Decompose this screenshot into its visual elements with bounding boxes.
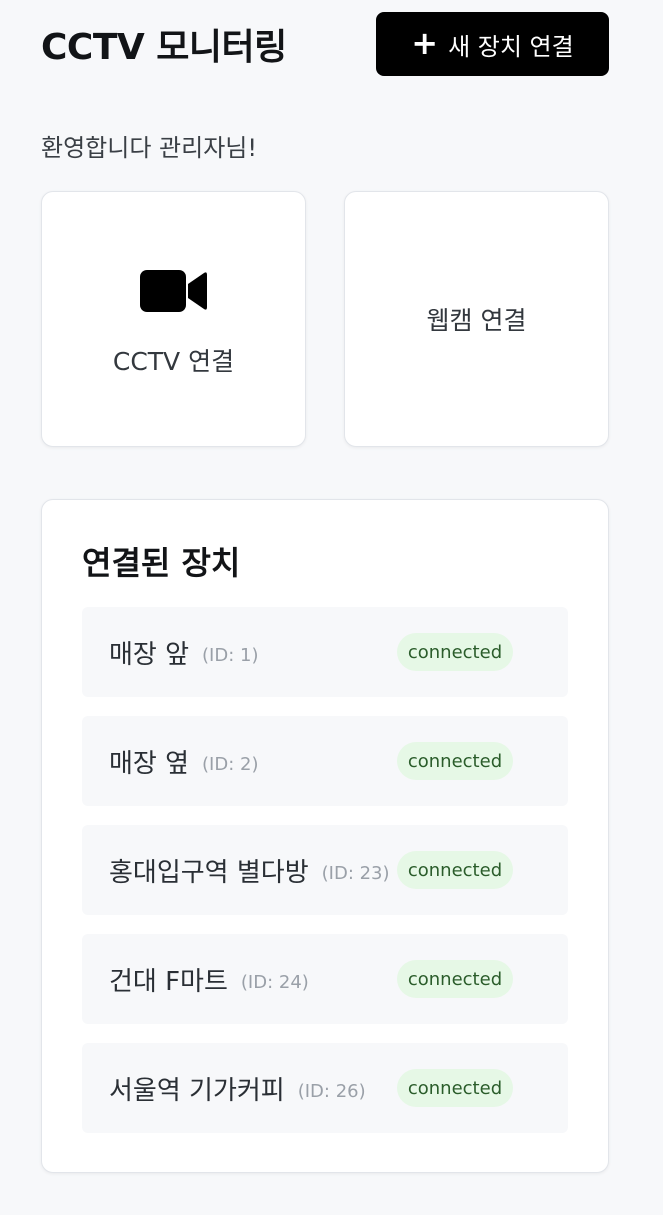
status-badge: connected — [397, 851, 513, 889]
status-badge: connected — [397, 1069, 513, 1107]
header: CCTV 모니터링 + 새 장치 연결 — [41, 0, 609, 88]
video-camera-icon — [139, 270, 207, 312]
page-title: CCTV 모니터링 — [41, 27, 287, 68]
device-name: 서울역 기가커피 — [109, 1075, 285, 1106]
status-badge: connected — [397, 960, 513, 998]
new-device-button[interactable]: + 새 장치 연결 — [376, 12, 609, 76]
device-list: 매장 앞 (ID: 1) connected 매장 옆 (ID: 2) conn… — [82, 607, 568, 1133]
device-name: 건대 F마트 — [109, 966, 228, 997]
device-name: 홍대입구역 별다방 — [109, 857, 309, 888]
list-item[interactable]: 매장 앞 (ID: 1) connected — [82, 607, 568, 697]
list-item[interactable]: 서울역 기가커피 (ID: 26) connected — [82, 1043, 568, 1133]
list-item[interactable]: 매장 옆 (ID: 2) connected — [82, 716, 568, 806]
device-id: (ID: 2) — [202, 753, 259, 775]
welcome-message: 환영합니다 관리자님! — [41, 134, 257, 162]
cctv-connect-card[interactable]: CCTV 연결 — [41, 191, 306, 447]
webcam-connect-card[interactable]: 웹캠 연결 — [344, 191, 609, 447]
page: CCTV 모니터링 + 새 장치 연결 환영합니다 관리자님! CCTV 연결 … — [0, 0, 663, 1215]
connect-options: CCTV 연결 웹캠 연결 — [41, 191, 609, 447]
panel-title: 연결된 장치 — [82, 544, 241, 582]
device-id: (ID: 1) — [202, 644, 259, 666]
device-name: 매장 옆 — [109, 748, 190, 779]
cctv-connect-label: CCTV 연결 — [112, 347, 235, 376]
webcam-connect-label: 웹캠 연결 — [426, 306, 527, 335]
list-item[interactable]: 건대 F마트 (ID: 24) connected — [82, 934, 568, 1024]
device-id: (ID: 23) — [321, 862, 390, 884]
list-item[interactable]: 홍대입구역 별다방 (ID: 23) connected — [82, 825, 568, 915]
plus-icon: + — [411, 23, 439, 62]
new-device-button-label: 새 장치 연결 — [448, 32, 574, 61]
status-badge: connected — [397, 633, 513, 671]
connected-devices-panel: 연결된 장치 매장 앞 (ID: 1) connected 매장 옆 (ID: … — [41, 499, 609, 1173]
status-badge: connected — [397, 742, 513, 780]
device-id: (ID: 24) — [240, 971, 309, 993]
device-id: (ID: 26) — [297, 1080, 366, 1102]
device-name: 매장 앞 — [109, 639, 190, 670]
